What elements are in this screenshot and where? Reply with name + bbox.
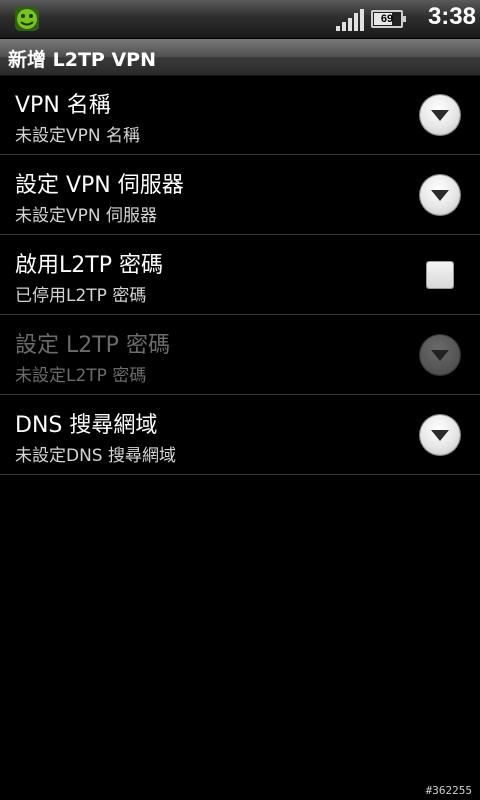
android-app-icon xyxy=(15,7,39,31)
setting-label: 啟用L2TP 密碼 xyxy=(15,253,163,278)
setting-summary: 未設定VPN 伺服器 xyxy=(15,206,158,226)
setting-summary: 已停用L2TP 密碼 xyxy=(15,286,147,306)
battery-icon: 69 xyxy=(371,10,406,28)
setting-summary: 未設定VPN 名稱 xyxy=(15,126,141,146)
setting-summary: 未設定L2TP 密碼 xyxy=(15,366,147,386)
setting-vpn-server[interactable]: 設定 VPN 伺服器 未設定VPN 伺服器 xyxy=(0,155,480,235)
dropdown-arrow-icon[interactable] xyxy=(420,175,460,215)
title-bar: 新增 L2TP VPN xyxy=(0,39,480,76)
setting-enable-l2tp-secret[interactable]: 啟用L2TP 密碼 已停用L2TP 密碼 xyxy=(0,235,480,315)
dropdown-arrow-icon[interactable] xyxy=(420,415,460,455)
battery-tip xyxy=(403,16,406,22)
setting-dns-search-domains[interactable]: DNS 搜尋網域 未設定DNS 搜尋網域 xyxy=(0,395,480,475)
dropdown-arrow-icon xyxy=(420,335,460,375)
setting-label: 設定 L2TP 密碼 xyxy=(15,333,170,358)
setting-label: DNS 搜尋網域 xyxy=(15,413,158,438)
page-title: 新增 L2TP VPN xyxy=(8,49,156,71)
settings-list: VPN 名稱 未設定VPN 名稱 設定 VPN 伺服器 未設定VPN 伺服器 啟… xyxy=(0,75,480,475)
watermark-text: #362255 xyxy=(425,784,472,797)
battery-level: 69 xyxy=(380,13,394,25)
signal-strength-icon xyxy=(336,9,364,31)
dropdown-arrow-icon[interactable] xyxy=(420,95,460,135)
status-bar: 69 3:38 xyxy=(0,0,480,39)
setting-summary: 未設定DNS 搜尋網域 xyxy=(15,446,177,466)
status-time: 3:38 xyxy=(427,3,476,30)
setting-set-l2tp-secret: 設定 L2TP 密碼 未設定L2TP 密碼 xyxy=(0,315,480,395)
setting-label: 設定 VPN 伺服器 xyxy=(15,173,184,198)
setting-label: VPN 名稱 xyxy=(15,93,111,118)
enable-l2tp-secret-checkbox[interactable] xyxy=(427,262,453,288)
setting-vpn-name[interactable]: VPN 名稱 未設定VPN 名稱 xyxy=(0,75,480,155)
